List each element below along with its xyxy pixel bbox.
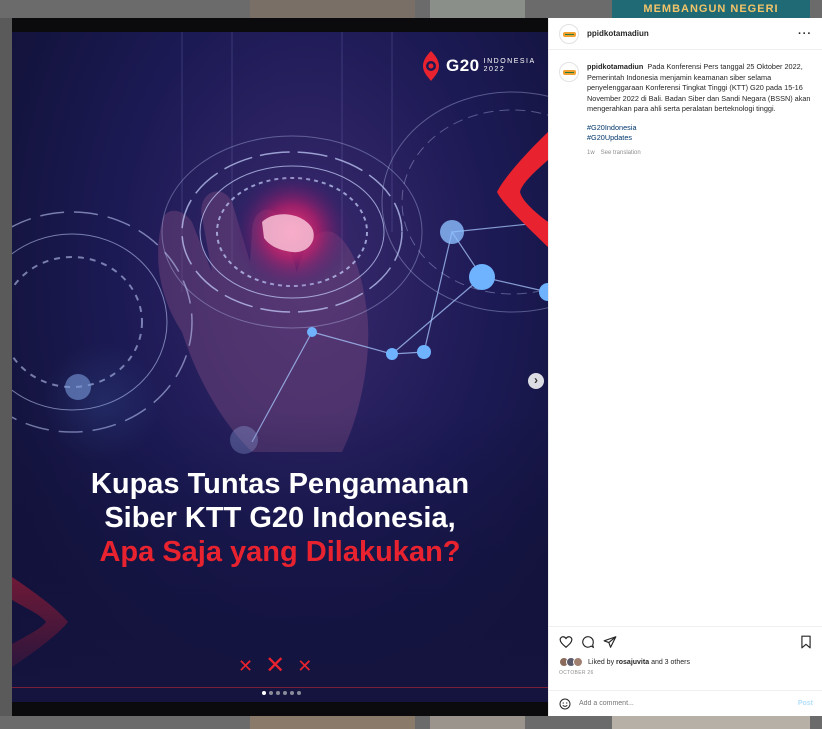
avatar	[573, 657, 583, 667]
likes-summary: Liked by rosajuvita and 3 others	[559, 657, 813, 667]
more-options-icon[interactable]: ···	[798, 28, 812, 40]
headline-line-3: Apa Saja yang Dilakukan?	[99, 536, 461, 568]
g20-emblem-icon	[423, 51, 439, 81]
emoji-icon[interactable]	[559, 698, 571, 710]
carousel-dot	[297, 691, 301, 695]
post-date: OCTOBER 26	[559, 670, 594, 676]
feed-thumbnail	[430, 0, 525, 18]
headline-line-2: Siber KTT G20 Indonesia,	[104, 502, 456, 534]
carousel-dot	[283, 691, 287, 695]
likes-text: Liked by rosajuvita and 3 others	[588, 659, 690, 666]
caption-username[interactable]: ppidkotamadiun	[587, 62, 643, 71]
comment-input[interactable]	[579, 700, 779, 707]
post-media: G20 INDONESIA 2022 Kupas Tuntas Pengaman…	[12, 18, 548, 716]
g20-logo: G20 INDONESIA 2022	[420, 50, 536, 82]
hashtag-link[interactable]: #G20Updates	[587, 133, 812, 144]
bookmark-icon[interactable]	[799, 635, 813, 649]
post-modal: G20 INDONESIA 2022 Kupas Tuntas Pengaman…	[12, 18, 822, 716]
post-side-panel: ppidkotamadiun ··· ppidkotamadiun Pada K…	[548, 18, 822, 716]
caption-meta: 1w See translation	[587, 148, 812, 159]
feed-thumbnail	[250, 716, 415, 729]
g20-brand-text: G20	[446, 56, 480, 75]
g20-brand-sub: INDONESIA 2022	[484, 58, 536, 74]
comment-box: Post	[549, 690, 822, 716]
next-slide-button[interactable]: ›	[528, 373, 544, 389]
heart-icon[interactable]	[559, 635, 573, 649]
carousel-dot	[262, 691, 266, 695]
post-actions: Liked by rosajuvita and 3 others OCTOBER…	[549, 626, 822, 676]
feed-thumbnail	[430, 716, 525, 729]
post-age: 1w	[587, 149, 595, 156]
background-feed-bottom	[0, 716, 822, 729]
likes-prefix: Liked by	[588, 658, 615, 666]
hashtags: #G20Indonesia #G20Updates	[587, 123, 812, 144]
batik-motif-icon: ✕	[297, 656, 313, 676]
share-icon[interactable]	[603, 635, 617, 649]
background-feed-top: MEMBANGUN NEGERI	[0, 0, 822, 18]
post-comment-button[interactable]: Post	[798, 700, 813, 707]
media-letterbox-bottom	[12, 702, 548, 716]
feed-thumbnail	[250, 0, 415, 18]
see-translation-link[interactable]: See translation	[601, 148, 641, 159]
post-username[interactable]: ppidkotamadiun	[587, 29, 649, 38]
avatar[interactable]	[559, 23, 579, 44]
feed-thumbnail	[612, 716, 810, 729]
comment-icon[interactable]	[581, 635, 595, 649]
feed-banner: MEMBANGUN NEGERI	[612, 0, 810, 18]
carousel-dot	[269, 691, 273, 695]
batik-motif-icon: ✕	[265, 652, 286, 679]
g20-country: INDONESIA	[483, 58, 536, 65]
post-image: G20 INDONESIA 2022 Kupas Tuntas Pengaman…	[12, 32, 548, 702]
likes-suffix[interactable]: and 3 others	[651, 659, 690, 666]
action-bar	[559, 633, 813, 651]
headline-line-1: Kupas Tuntas Pengamanan	[90, 468, 470, 500]
batik-motif-icon: ✕	[238, 656, 254, 676]
avatar[interactable]	[559, 62, 579, 82]
liker-avatars[interactable]	[559, 657, 583, 667]
media-letterbox-top	[12, 18, 548, 32]
carousel-dot	[276, 691, 280, 695]
post-header: ppidkotamadiun ···	[549, 18, 822, 50]
post-caption: ppidkotamadiun Pada Konferensi Pers tang…	[549, 50, 822, 158]
carousel-indicator	[262, 691, 301, 695]
poster-headline: Kupas Tuntas Pengamanan Siber KTT G20 In…	[12, 467, 548, 569]
caption-body: ppidkotamadiun Pada Konferensi Pers tang…	[587, 62, 812, 158]
batik-motifs: ✕ ✕ ✕	[238, 652, 313, 679]
liker-username[interactable]: rosajuvita	[616, 659, 649, 666]
cyber-hand-illustration	[12, 32, 548, 702]
poster-divider	[12, 687, 548, 688]
hashtag-link[interactable]: #G20Indonesia	[587, 123, 812, 134]
carousel-dot	[290, 691, 294, 695]
g20-year: 2022	[483, 66, 506, 73]
